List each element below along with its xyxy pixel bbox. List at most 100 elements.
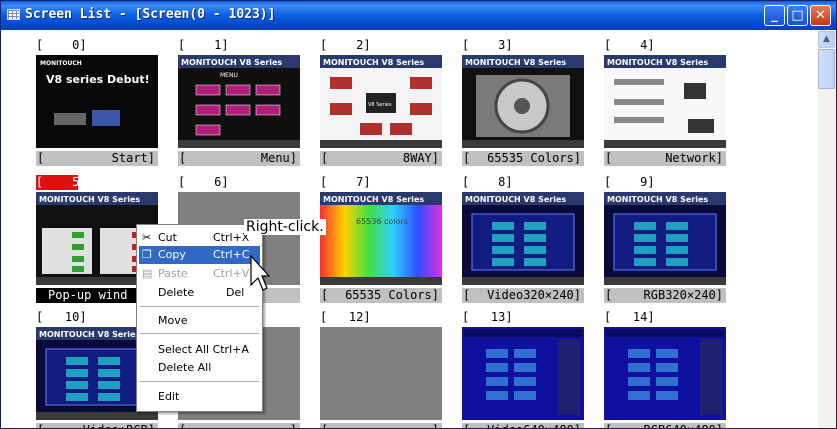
vertical-scrollbar[interactable]: ▲ — [818, 30, 836, 428]
screen-label[interactable]: [Menu] — [178, 151, 300, 166]
screen-thumbnail[interactable] — [604, 327, 726, 420]
screen-label-text: 8WAY] — [402, 151, 439, 165]
thumb-footer — [320, 140, 442, 148]
close-button[interactable]: ✕ — [810, 5, 831, 26]
screen-label-bracket: [ — [179, 423, 186, 428]
screen-thumbnail[interactable]: MONITOUCH V8 Series 65536 colors — [320, 192, 442, 285]
menu-item-select-all-ctrl-a[interactable]: Select All Ctrl+A — [139, 341, 260, 359]
screen-thumbnail[interactable]: MONITOUCH V8 Series — [604, 55, 726, 148]
screen-label[interactable]: [Video640×480] — [462, 423, 584, 428]
thumb-center: V8 Series — [368, 102, 392, 108]
screen-label-bracket: [ — [463, 423, 470, 428]
screen-label-bracket: [ — [321, 151, 329, 165]
screen-label-bracket: [ — [37, 423, 44, 428]
screen-label[interactable]: [RGB640×480] — [604, 423, 726, 428]
menu-separator — [140, 306, 259, 307]
screen-number: [ 6] — [178, 175, 229, 189]
screen-cell[interactable]: [ 7] MONITOUCH V8 Series 65536 colors [6553… — [320, 171, 442, 311]
screen-label-bracket: [ — [321, 423, 328, 428]
menu-item-edit[interactable]: Edit — [139, 388, 260, 406]
menu-item-label: Move — [158, 314, 188, 327]
thumb-title: MONITOUCH V8 Series — [465, 195, 566, 204]
chevron-up-icon: ▲ — [823, 34, 830, 44]
thumb-brand: MONITOUCH — [40, 60, 82, 67]
close-icon: ✕ — [815, 8, 826, 23]
screen-label[interactable]: [] — [320, 423, 442, 428]
screen-cell[interactable]: [ 4] MONITOUCH V8 Series [Network] — [604, 34, 726, 174]
minimize-button[interactable]: _ — [764, 5, 785, 26]
screen-cell[interactable]: [ 0] MONITOUCH V8 series Debut! [Start] — [36, 34, 158, 174]
screen-label-text: ] — [432, 423, 439, 428]
screen-label[interactable]: [Start] — [36, 151, 158, 166]
menu-item-cut[interactable]: ✂ Cut Ctrl+X — [139, 229, 260, 247]
screen-label-text: Start] — [111, 151, 155, 165]
thumb-title: MONITOUCH V8 Series — [465, 58, 566, 67]
screen-cell[interactable]: [ 3] MONITOUCH V8 Series [65535 Colors] — [462, 34, 584, 174]
screen-label[interactable]: [65535 Colors] — [462, 151, 584, 166]
screen-label-text: ] — [290, 423, 297, 428]
menu-item-delete-all[interactable]: Delete All — [139, 359, 260, 377]
screen-thumbnail[interactable]: MONITOUCH V8 Series MENU — [178, 55, 300, 148]
screen-cell[interactable]: [ 12] [] — [320, 306, 442, 428]
title-bar[interactable]: Screen List - [Screen(0 - 1023)] _ □ ✕ — [1, 1, 836, 30]
screen-thumbnail[interactable]: MONITOUCH V8 series Debut! — [36, 55, 158, 148]
screen-cell[interactable]: [ 1] MONITOUCH V8 Series MENU [Menu] — [178, 34, 300, 174]
screen-thumbnail[interactable]: MONITOUCH V8 Series — [462, 192, 584, 285]
screen-number: [ 2] — [320, 38, 371, 52]
menu-item-copy[interactable]: ❐ Copy Ctrl+C — [139, 246, 260, 264]
screen-cell[interactable]: [ 2] MONITOUCH V8 Series V8 Series [8WAY] — [320, 34, 442, 174]
screen-label-bracket: [ — [179, 151, 187, 165]
context-menu: ✂ Cut Ctrl+X ❐ Copy Ctrl+C ▤ Paste Ctrl+V Delete D… — [136, 224, 263, 412]
thumb-subtitle: MENU — [220, 72, 238, 79]
screen-cell[interactable]: [ 13] [Video640×480] — [462, 306, 584, 428]
screen-thumbnail[interactable]: MONITOUCH V8 Series — [604, 192, 726, 285]
menu-separator — [140, 381, 259, 382]
screen-cell[interactable]: [ 8] MONITOUCH V8 Series [Video320×240] — [462, 171, 584, 311]
screen-label-text: Pop-up wind — [48, 288, 128, 302]
screen-number: [ 12] — [320, 310, 371, 324]
thumb-title: MONITOUCH V8 Series — [323, 195, 424, 204]
thumb-footer — [462, 277, 584, 285]
scroll-up-button[interactable]: ▲ — [818, 31, 835, 48]
screen-label-bracket: [ — [321, 288, 329, 302]
menu-item-move[interactable]: Move — [139, 312, 260, 330]
menu-item-shortcut: Ctrl+C — [213, 248, 250, 261]
screen-label[interactable]: [Network] — [604, 151, 726, 166]
screen-label-bracket: [ — [605, 423, 612, 428]
screen-thumbnail[interactable] — [462, 327, 584, 420]
menu-item-delete[interactable]: Delete Del — [139, 284, 260, 302]
thumb-title: MONITOUCH V8 Series — [607, 195, 708, 204]
screen-number: [ 1] — [178, 38, 229, 52]
screen-label[interactable]: [Video+RGB] — [36, 423, 158, 428]
screen-label[interactable]: [Video320×240] — [462, 288, 584, 303]
thumb-title: MONITOUCH V8 Series — [39, 330, 140, 339]
menu-item-label: Cut — [158, 231, 177, 244]
screen-label[interactable]: [RGB320×240] — [604, 288, 726, 303]
menu-item-label: Paste — [158, 267, 188, 280]
screen-cell[interactable]: [ 9] MONITOUCH V8 Series [RGB320×240] — [604, 171, 726, 311]
thumb-footer — [320, 277, 442, 285]
empty-screen-thumbnail[interactable] — [320, 327, 442, 420]
screen-label[interactable]: [] — [178, 423, 300, 428]
thumb-footer — [36, 412, 158, 420]
menu-item-shortcut: Del — [226, 286, 245, 299]
menu-item-shortcut: Ctrl+V — [213, 267, 250, 280]
screen-number: [ 0] — [36, 38, 87, 52]
screen-label[interactable]: [65535 Colors] — [320, 288, 442, 303]
thumb-caption: 65536 colors — [356, 217, 408, 226]
maximize-icon: □ — [791, 8, 804, 23]
thumb-title: MONITOUCH V8 Series — [607, 58, 708, 67]
screen-cell[interactable]: [ 14] [RGB640×480] — [604, 306, 726, 428]
screen-label-text: Video320×240] — [487, 288, 581, 302]
screen-thumbnail[interactable]: MONITOUCH V8 Series V8 Series — [320, 55, 442, 148]
screen-label[interactable]: [8WAY] — [320, 151, 442, 166]
menu-item-paste[interactable]: ▤ Paste Ctrl+V — [139, 265, 260, 283]
menu-item-label: Delete — [158, 286, 195, 299]
maximize-button[interactable]: □ — [787, 5, 808, 26]
thumb-title: MONITOUCH V8 Series — [39, 195, 140, 204]
screen-number: [ 9] — [604, 175, 655, 189]
thumb-title: MONITOUCH V8 Series — [323, 58, 424, 67]
scroll-thumb[interactable] — [818, 49, 835, 89]
screen-number: [ 8] — [462, 175, 513, 189]
screen-thumbnail[interactable]: MONITOUCH V8 Series — [462, 55, 584, 148]
